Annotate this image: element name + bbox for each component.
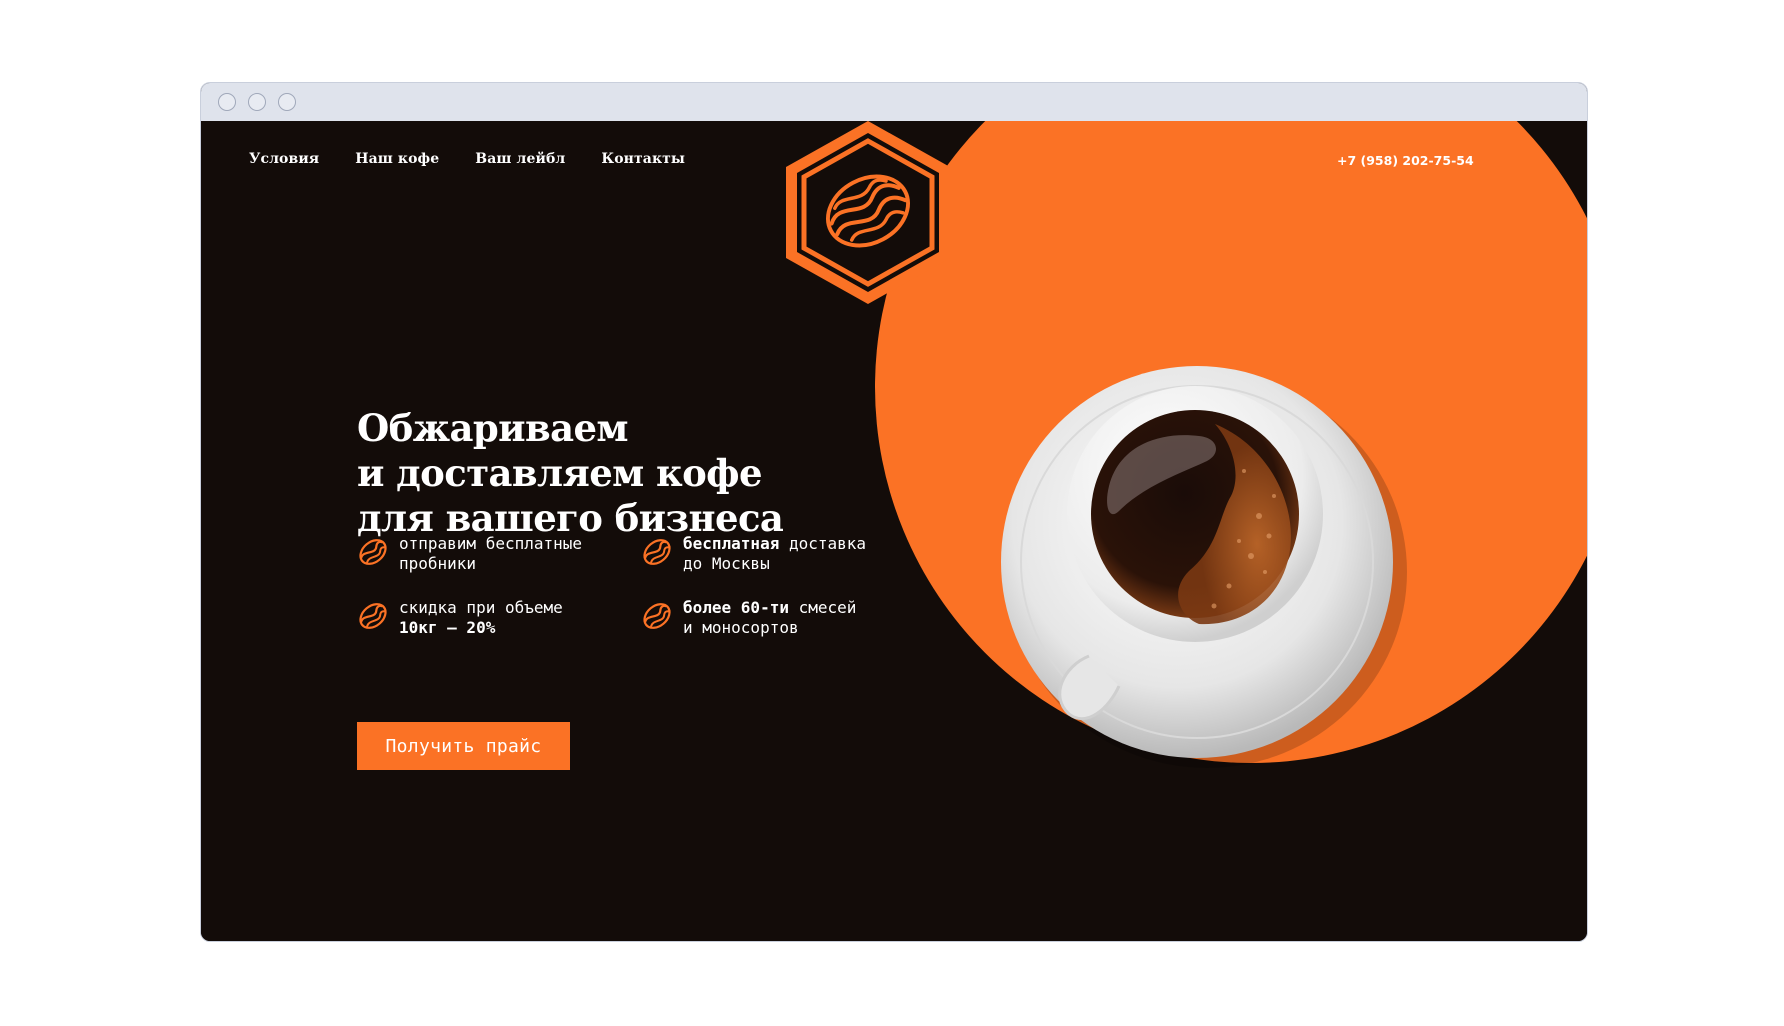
window-close-button[interactable] [218, 93, 236, 111]
feature-text-line-1: скидка при объеме [399, 598, 563, 617]
feature-text-bold: бесплатная [683, 534, 780, 553]
phone-link[interactable]: +7 (958) 202-75-54 [1337, 153, 1474, 168]
main-nav: Условия Наш кофе Ваш лейбл Контакты [249, 151, 685, 167]
feature-free-samples: отправим бесплатные пробники [357, 534, 582, 574]
coffee-cup-image [1001, 366, 1407, 768]
coffee-bean-icon [643, 603, 671, 629]
coffee-bean-icon [359, 603, 387, 629]
browser-window: Условия Наш кофе Ваш лейбл Контакты +7 (… [200, 82, 1588, 942]
feature-text-line-2: пробники [399, 554, 477, 573]
hero-title-line-2: и доставляем кофе [357, 451, 763, 495]
feature-text-line-1: отправим бесплатные [399, 534, 583, 553]
hero-title: Обжариваем и доставляем кофе для вашего … [357, 406, 784, 541]
feature-blends-count: более 60-ти смесей и моносортов [641, 598, 856, 638]
feature-text-line-2: до Москвы [683, 554, 770, 573]
feature-text-line-1: смесей [788, 598, 857, 617]
window-maximize-button[interactable] [278, 93, 296, 111]
window-minimize-button[interactable] [248, 93, 266, 111]
feature-volume-discount: скидка при объеме 10кг — 20% [357, 598, 563, 638]
nav-item-your-label[interactable]: Ваш лейбл [475, 151, 565, 167]
browser-titlebar [201, 83, 1587, 122]
coffee-bean-icon [643, 539, 671, 565]
feature-text-line-2: и моносортов [683, 618, 799, 637]
feature-text-bold: 10кг — 20% [399, 618, 496, 637]
get-price-button[interactable]: Получить прайс [357, 722, 570, 770]
hero-title-line-1: Обжариваем [357, 406, 629, 450]
logo-icon[interactable] [786, 121, 950, 304]
feature-text-bold: более 60-ти [683, 598, 789, 617]
hero-section: Условия Наш кофе Ваш лейбл Контакты +7 (… [201, 121, 1587, 941]
nav-item-conditions[interactable]: Условия [249, 151, 319, 167]
nav-item-our-coffee[interactable]: Наш кофе [355, 151, 439, 167]
feature-text-line-1: доставка [779, 534, 867, 553]
feature-free-delivery: бесплатная доставка до Москвы [641, 534, 866, 574]
coffee-bean-icon [359, 539, 387, 565]
nav-item-contacts[interactable]: Контакты [601, 151, 685, 167]
